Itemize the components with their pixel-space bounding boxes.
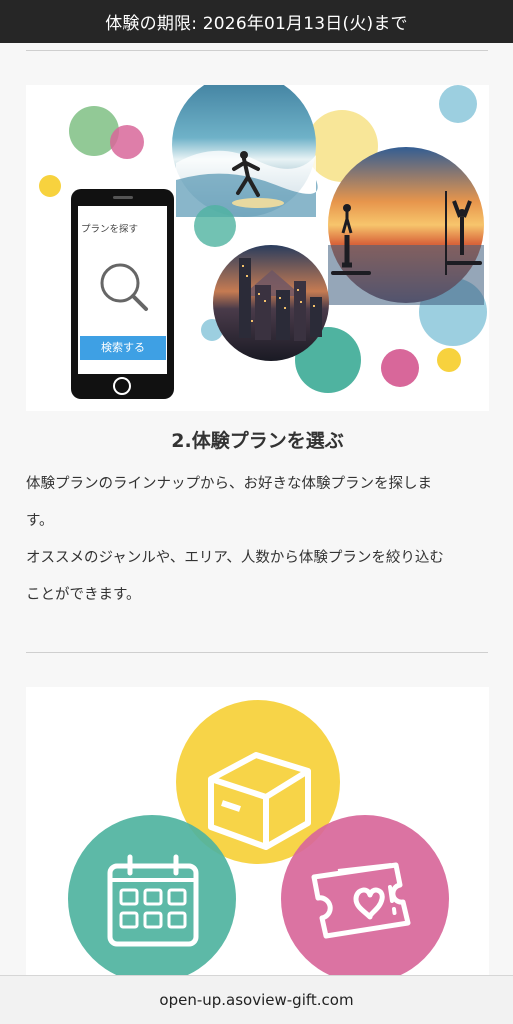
step-description-line: オススメのジャンルや、エリア、人数から体験プランを絞り込む: [26, 550, 444, 566]
bubble-pink-bottom: [381, 349, 419, 387]
bubble-blue-top: [439, 85, 477, 123]
expiry-banner: 体験の期限: 2026年01月13日(火)まで: [0, 0, 513, 43]
phone-screen-heading: プランを探す: [81, 224, 139, 235]
surfing-photo: [172, 85, 318, 217]
search-plan-illustration: プランを探す 検索する: [26, 85, 489, 411]
icon-circles-graphic: [68, 700, 449, 975]
step-description: 体験プランのラインナップから、お好きな体験プランを探しま す。 オススメのジャン…: [26, 466, 488, 614]
step-title: 2.体験プランを選ぶ: [171, 430, 344, 452]
expiry-text: 体験の期限: 2026年01月13日(火)まで: [105, 14, 408, 34]
step-description-line: 体験プランのラインナップから、お好きな体験プランを探しま: [26, 476, 432, 492]
step-description-line: ことができます。: [26, 587, 141, 603]
url-text[interactable]: open-up.asoview-gift.com: [159, 991, 353, 1009]
bubble-yellow-small: [39, 175, 61, 197]
divider-top: [26, 50, 488, 51]
divider-middle: [26, 652, 488, 653]
browser-address-bar[interactable]: open-up.asoview-gift.com: [0, 975, 513, 1024]
sunset-sup-photo: [328, 147, 484, 305]
step-description-line: す。: [26, 513, 54, 529]
bubble-pink: [110, 125, 144, 159]
gift-steps-illustration: [26, 687, 489, 975]
bubble-yellow-bottom: [437, 348, 461, 372]
phone-search-button-label: 検索する: [101, 341, 145, 354]
collage-graphic: [39, 85, 487, 399]
bubble-green-mid: [194, 205, 236, 247]
city-night-photo: [213, 245, 329, 361]
